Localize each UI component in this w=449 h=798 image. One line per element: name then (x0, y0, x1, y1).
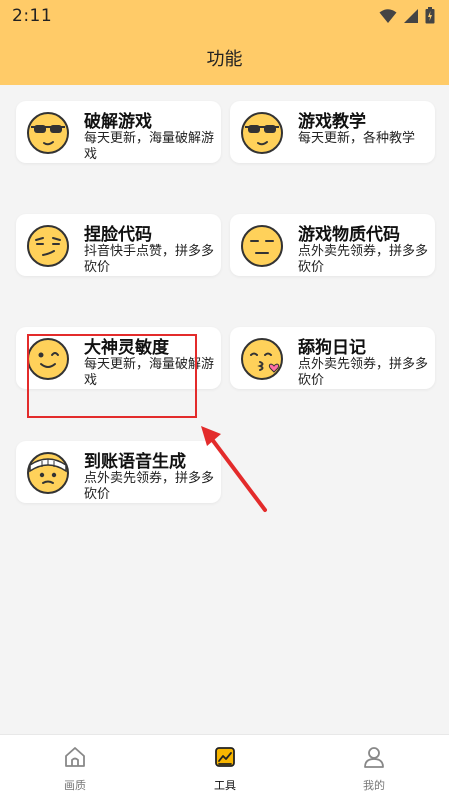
kiss-emoji-icon (241, 338, 283, 380)
card-title: 大神灵敏度 (84, 338, 169, 358)
card-pojie-youxi[interactable]: 破解游戏 每天更新，海量破解游戏 (16, 101, 221, 163)
neutral-emoji-icon (241, 225, 283, 267)
pointer-arrow-icon (201, 426, 267, 512)
card-title: 到账语音生成 (84, 452, 186, 472)
sunglasses-emoji-icon (241, 112, 283, 154)
card-nielian-daima[interactable]: 捏脸代码 抖音快手点赞，拼多多砍价 (16, 214, 221, 276)
battery-icon (425, 7, 435, 24)
status-bar: 2:11 (0, 0, 449, 32)
home-icon (65, 747, 85, 767)
status-icons (379, 7, 435, 24)
card-title: 游戏教学 (298, 112, 366, 132)
card-description: 每天更新，海量破解游戏 (84, 357, 215, 388)
card-description: 每天更新，各种教学 (298, 131, 416, 146)
nav-label: 我的 (363, 779, 385, 792)
card-dashen-lingmindu[interactable]: 大神灵敏度 每天更新，海量破解游戏 (16, 327, 221, 389)
wink-emoji-icon (27, 338, 69, 380)
wifi-icon (379, 8, 397, 23)
nav-tab-wode[interactable]: 我的 (324, 735, 424, 798)
card-description: 点外卖先领券，拼多多砍价 (298, 244, 429, 275)
card-title: 舔狗日记 (298, 338, 366, 358)
bandaged-emoji-icon (27, 452, 69, 494)
nav-label: 工具 (214, 779, 236, 792)
card-tiangou-riji[interactable]: 舔狗日记 点外卖先领券，拼多多砍价 (230, 327, 435, 389)
nav-tab-gongju[interactable]: 工具 (175, 735, 275, 798)
page-title: 功能 (206, 49, 243, 70)
nav-tab-huazhi[interactable]: 画质 (25, 735, 125, 798)
nav-label: 画质 (64, 779, 86, 792)
bottom-nav: 画质 工具 我的 (0, 734, 449, 798)
tools-icon (215, 747, 235, 767)
card-description: 每天更新，海量破解游戏 (84, 131, 215, 162)
signal-icon (404, 8, 418, 23)
card-description: 点外卖先领券，拼多多砍价 (298, 357, 429, 388)
card-title: 游戏物质代码 (298, 225, 400, 245)
card-title: 捏脸代码 (84, 225, 152, 245)
sunglasses-emoji-icon (27, 112, 69, 154)
smirk-emoji-icon (27, 225, 69, 267)
card-youxi-jiaoxue[interactable]: 游戏教学 每天更新，各种教学 (230, 101, 435, 163)
card-youxi-wuzhi-daima[interactable]: 游戏物质代码 点外卖先领券，拼多多砍价 (230, 214, 435, 276)
app-bar: 功能 (0, 32, 449, 85)
card-title: 破解游戏 (84, 112, 152, 132)
card-daozhang-yuyin-shengcheng[interactable]: 到账语音生成 点外卖先领券，拼多多砍价 (16, 441, 221, 503)
profile-icon (364, 747, 384, 768)
status-time: 2:11 (12, 6, 53, 26)
card-description: 抖音快手点赞，拼多多砍价 (84, 244, 215, 275)
